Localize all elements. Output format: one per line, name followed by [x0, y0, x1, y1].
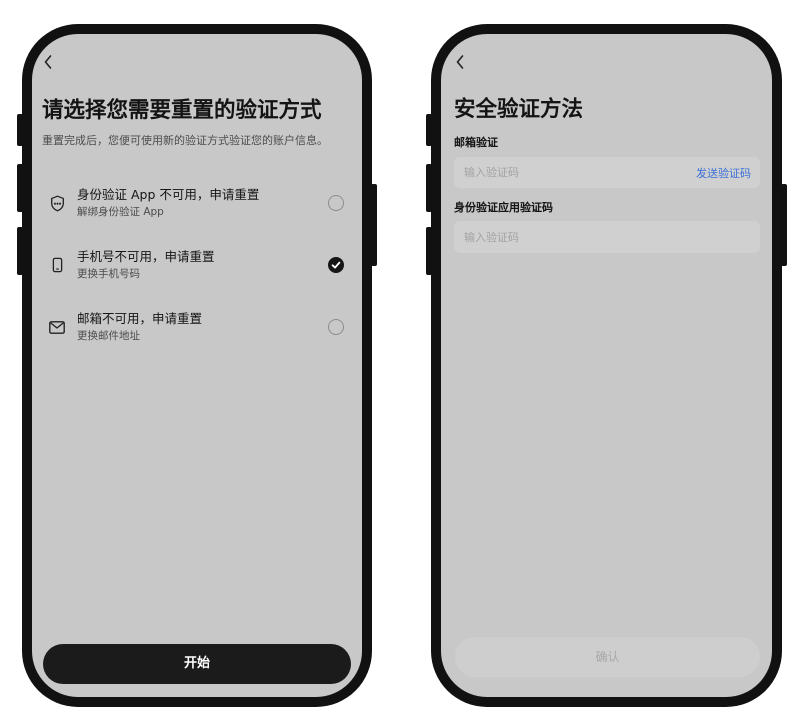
shield-dots-icon	[48, 194, 66, 212]
option-description: 更换邮件地址	[77, 330, 140, 342]
radio-button[interactable]	[328, 195, 344, 211]
start-button[interactable]: 开始	[43, 644, 351, 684]
email-verification-label: 邮箱验证	[454, 136, 498, 149]
radio-button[interactable]	[328, 257, 344, 273]
check-icon	[331, 261, 341, 269]
option-label: 手机号不可用，申请重置	[77, 249, 215, 264]
authenticator-code-label: 身份验证应用验证码	[454, 201, 553, 214]
option-label: 邮箱不可用，申请重置	[77, 311, 203, 326]
security-verification-screen: 安全验证方法 邮箱验证 发送验证码 身份验证应用验证码 确认	[441, 34, 772, 697]
authenticator-code-input[interactable]	[464, 221, 750, 253]
phone-icon	[48, 256, 66, 274]
confirm-button[interactable]: 确认	[455, 637, 760, 677]
send-code-button[interactable]: 发送验证码	[696, 157, 751, 188]
radio-button[interactable]	[328, 319, 344, 335]
reset-page-title: 请选择您需要重置的验证方式	[42, 98, 322, 123]
option-description: 更换手机号码	[77, 268, 140, 280]
phone-frame: 请选择您需要重置的验证方式 重置完成后，您便可使用新的验证方式验证您的账户信息。…	[22, 24, 372, 707]
option-email[interactable]: 邮箱不可用，申请重置 更换邮件地址	[32, 310, 362, 346]
chevron-left-icon	[44, 55, 52, 69]
authenticator-code-field	[454, 221, 760, 253]
phone-frame: 安全验证方法 邮箱验证 发送验证码 身份验证应用验证码 确认	[431, 24, 782, 707]
chevron-left-icon	[456, 55, 464, 69]
reset-page-subtitle: 重置完成后，您便可使用新的验证方式验证您的账户信息。	[42, 134, 328, 147]
email-code-field: 发送验证码	[454, 157, 760, 188]
option-description: 解绑身份验证 App	[77, 206, 164, 218]
back-button[interactable]	[456, 55, 464, 69]
option-phone-number[interactable]: 手机号不可用，申请重置 更换手机号码	[32, 248, 362, 284]
option-authenticator-app[interactable]: 身份验证 App 不可用，申请重置 解绑身份验证 App	[32, 186, 362, 222]
email-code-input[interactable]	[464, 157, 684, 188]
back-button[interactable]	[44, 55, 52, 69]
verify-page-title: 安全验证方法	[454, 97, 584, 122]
option-label: 身份验证 App 不可用，申请重置	[77, 187, 260, 202]
reset-method-screen: 请选择您需要重置的验证方式 重置完成后，您便可使用新的验证方式验证您的账户信息。…	[32, 34, 362, 697]
mail-icon	[48, 318, 66, 336]
